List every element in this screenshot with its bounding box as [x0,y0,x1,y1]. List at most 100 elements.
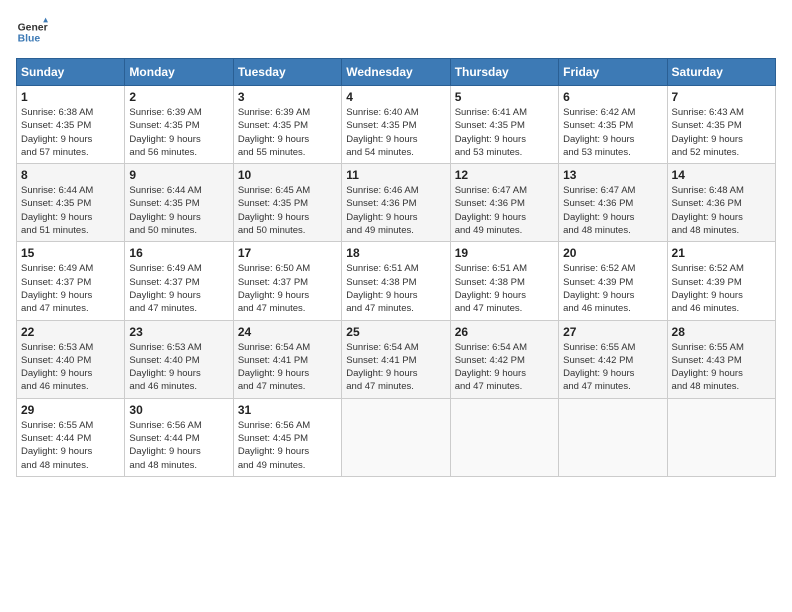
calendar-day-cell: 29 Sunrise: 6:55 AM Sunset: 4:44 PM Dayli… [17,398,125,476]
day-number: 23 [129,325,228,339]
weekday-header: Friday [559,59,667,86]
calendar-day-cell: 19Sunrise: 6:51 AM Sunset: 4:38 PM Dayli… [450,242,558,320]
weekday-header: Saturday [667,59,775,86]
calendar-day-cell: 1 Sunrise: 6:38 AM Sunset: 4:35 PM Daylig… [17,86,125,164]
day-info: Sunrise: 6:38 AM Sunset: 4:35 PM Dayligh… [21,106,120,159]
calendar-day-cell: 14Sunrise: 6:48 AM Sunset: 4:36 PM Dayli… [667,164,775,242]
calendar-day-cell [559,398,667,476]
calendar-day-cell: 28 Sunrise: 6:55 AM Sunset: 4:43 PM Dayli… [667,320,775,398]
weekday-header: Monday [125,59,233,86]
day-info: Sunrise: 6:54 AM Sunset: 4:42 PM Dayligh… [455,341,554,394]
calendar-day-cell: 10 Sunrise: 6:45 AM Sunset: 4:35 PM Dayli… [233,164,341,242]
calendar-day-cell: 21 Sunrise: 6:52 AM Sunset: 4:39 PM Dayli… [667,242,775,320]
day-info: Sunrise: 6:55 AM Sunset: 4:42 PM Dayligh… [563,341,662,394]
day-number: 14 [672,168,771,182]
calendar-day-cell: 25 Sunrise: 6:54 AM Sunset: 4:41 PM Dayli… [342,320,450,398]
day-number: 12 [455,168,554,182]
calendar-day-cell: 6 Sunrise: 6:42 AM Sunset: 4:35 PM Daylig… [559,86,667,164]
day-number: 2 [129,90,228,104]
day-number: 30 [129,403,228,417]
day-info: Sunrise: 6:41 AM Sunset: 4:35 PM Dayligh… [455,106,554,159]
calendar-day-cell: 26Sunrise: 6:54 AM Sunset: 4:42 PM Dayli… [450,320,558,398]
day-info: Sunrise: 6:55 AM Sunset: 4:43 PM Dayligh… [672,341,771,394]
svg-text:Blue: Blue [18,34,41,45]
calendar-day-cell: 3Sunrise: 6:39 AM Sunset: 4:35 PM Daylig… [233,86,341,164]
svg-text:General: General [18,22,48,33]
day-number: 28 [672,325,771,339]
day-number: 22 [21,325,120,339]
day-number: 1 [21,90,120,104]
calendar-day-cell [450,398,558,476]
calendar-week-row: 15 Sunrise: 6:49 AM Sunset: 4:37 PM Dayli… [17,242,776,320]
day-number: 27 [563,325,662,339]
calendar-header-row: SundayMondayTuesdayWednesdayThursdayFrid… [17,59,776,86]
calendar-day-cell: 30 Sunrise: 6:56 AM Sunset: 4:44 PM Dayli… [125,398,233,476]
weekday-header: Thursday [450,59,558,86]
day-number: 15 [21,246,120,260]
day-info: Sunrise: 6:53 AM Sunset: 4:40 PM Dayligh… [21,341,120,394]
day-info: Sunrise: 6:39 AM Sunset: 4:35 PM Dayligh… [238,106,337,159]
calendar-table: SundayMondayTuesdayWednesdayThursdayFrid… [16,58,776,477]
day-info: Sunrise: 6:39 AM Sunset: 4:35 PM Dayligh… [129,106,228,159]
day-info: Sunrise: 6:51 AM Sunset: 4:38 PM Dayligh… [346,262,445,315]
day-number: 10 [238,168,337,182]
day-number: 8 [21,168,120,182]
day-number: 20 [563,246,662,260]
day-number: 29 [21,403,120,417]
calendar-day-cell: 8Sunrise: 6:44 AM Sunset: 4:35 PM Daylig… [17,164,125,242]
day-info: Sunrise: 6:53 AM Sunset: 4:40 PM Dayligh… [129,341,228,394]
day-number: 4 [346,90,445,104]
day-info: Sunrise: 6:55 AM Sunset: 4:44 PM Dayligh… [21,419,120,472]
day-number: 7 [672,90,771,104]
day-info: Sunrise: 6:50 AM Sunset: 4:37 PM Dayligh… [238,262,337,315]
calendar-day-cell: 4 Sunrise: 6:40 AM Sunset: 4:35 PM Daylig… [342,86,450,164]
day-info: Sunrise: 6:54 AM Sunset: 4:41 PM Dayligh… [346,341,445,394]
weekday-header: Wednesday [342,59,450,86]
day-number: 18 [346,246,445,260]
calendar-day-cell: 23 Sunrise: 6:53 AM Sunset: 4:40 PM Dayli… [125,320,233,398]
day-info: Sunrise: 6:44 AM Sunset: 4:35 PM Dayligh… [129,184,228,237]
day-number: 13 [563,168,662,182]
day-info: Sunrise: 6:56 AM Sunset: 4:44 PM Dayligh… [129,419,228,472]
day-info: Sunrise: 6:56 AM Sunset: 4:45 PM Dayligh… [238,419,337,472]
day-info: Sunrise: 6:49 AM Sunset: 4:37 PM Dayligh… [21,262,120,315]
calendar-day-cell: 9Sunrise: 6:44 AM Sunset: 4:35 PM Daylig… [125,164,233,242]
calendar-day-cell: 18 Sunrise: 6:51 AM Sunset: 4:38 PM Dayli… [342,242,450,320]
calendar-day-cell: 11 Sunrise: 6:46 AM Sunset: 4:36 PM Dayli… [342,164,450,242]
day-number: 21 [672,246,771,260]
day-number: 17 [238,246,337,260]
calendar-day-cell: 27 Sunrise: 6:55 AM Sunset: 4:42 PM Dayli… [559,320,667,398]
day-info: Sunrise: 6:43 AM Sunset: 4:35 PM Dayligh… [672,106,771,159]
calendar-day-cell: 20 Sunrise: 6:52 AM Sunset: 4:39 PM Dayli… [559,242,667,320]
calendar-day-cell: 22 Sunrise: 6:53 AM Sunset: 4:40 PM Dayli… [17,320,125,398]
day-info: Sunrise: 6:52 AM Sunset: 4:39 PM Dayligh… [563,262,662,315]
day-info: Sunrise: 6:49 AM Sunset: 4:37 PM Dayligh… [129,262,228,315]
day-info: Sunrise: 6:54 AM Sunset: 4:41 PM Dayligh… [238,341,337,394]
calendar-day-cell: 16 Sunrise: 6:49 AM Sunset: 4:37 PM Dayli… [125,242,233,320]
calendar-day-cell: 17 Sunrise: 6:50 AM Sunset: 4:37 PM Dayli… [233,242,341,320]
day-number: 6 [563,90,662,104]
calendar-day-cell: 5Sunrise: 6:41 AM Sunset: 4:35 PM Daylig… [450,86,558,164]
day-info: Sunrise: 6:52 AM Sunset: 4:39 PM Dayligh… [672,262,771,315]
calendar-week-row: 22 Sunrise: 6:53 AM Sunset: 4:40 PM Dayli… [17,320,776,398]
calendar-day-cell: 12 Sunrise: 6:47 AM Sunset: 4:36 PM Dayli… [450,164,558,242]
day-info: Sunrise: 6:45 AM Sunset: 4:35 PM Dayligh… [238,184,337,237]
day-info: Sunrise: 6:46 AM Sunset: 4:36 PM Dayligh… [346,184,445,237]
day-info: Sunrise: 6:40 AM Sunset: 4:35 PM Dayligh… [346,106,445,159]
day-number: 25 [346,325,445,339]
calendar-day-cell [342,398,450,476]
day-info: Sunrise: 6:42 AM Sunset: 4:35 PM Dayligh… [563,106,662,159]
calendar-day-cell: 13Sunrise: 6:47 AM Sunset: 4:36 PM Dayli… [559,164,667,242]
calendar-day-cell [667,398,775,476]
calendar-day-cell: 2 Sunrise: 6:39 AM Sunset: 4:35 PM Daylig… [125,86,233,164]
logo-icon: General Blue [16,16,48,48]
calendar-day-cell: 15 Sunrise: 6:49 AM Sunset: 4:37 PM Dayli… [17,242,125,320]
weekday-header: Sunday [17,59,125,86]
day-number: 16 [129,246,228,260]
day-number: 19 [455,246,554,260]
calendar-week-row: 29 Sunrise: 6:55 AM Sunset: 4:44 PM Dayli… [17,398,776,476]
day-info: Sunrise: 6:47 AM Sunset: 4:36 PM Dayligh… [455,184,554,237]
day-number: 11 [346,168,445,182]
weekday-header: Tuesday [233,59,341,86]
calendar-day-cell: 24Sunrise: 6:54 AM Sunset: 4:41 PM Dayli… [233,320,341,398]
